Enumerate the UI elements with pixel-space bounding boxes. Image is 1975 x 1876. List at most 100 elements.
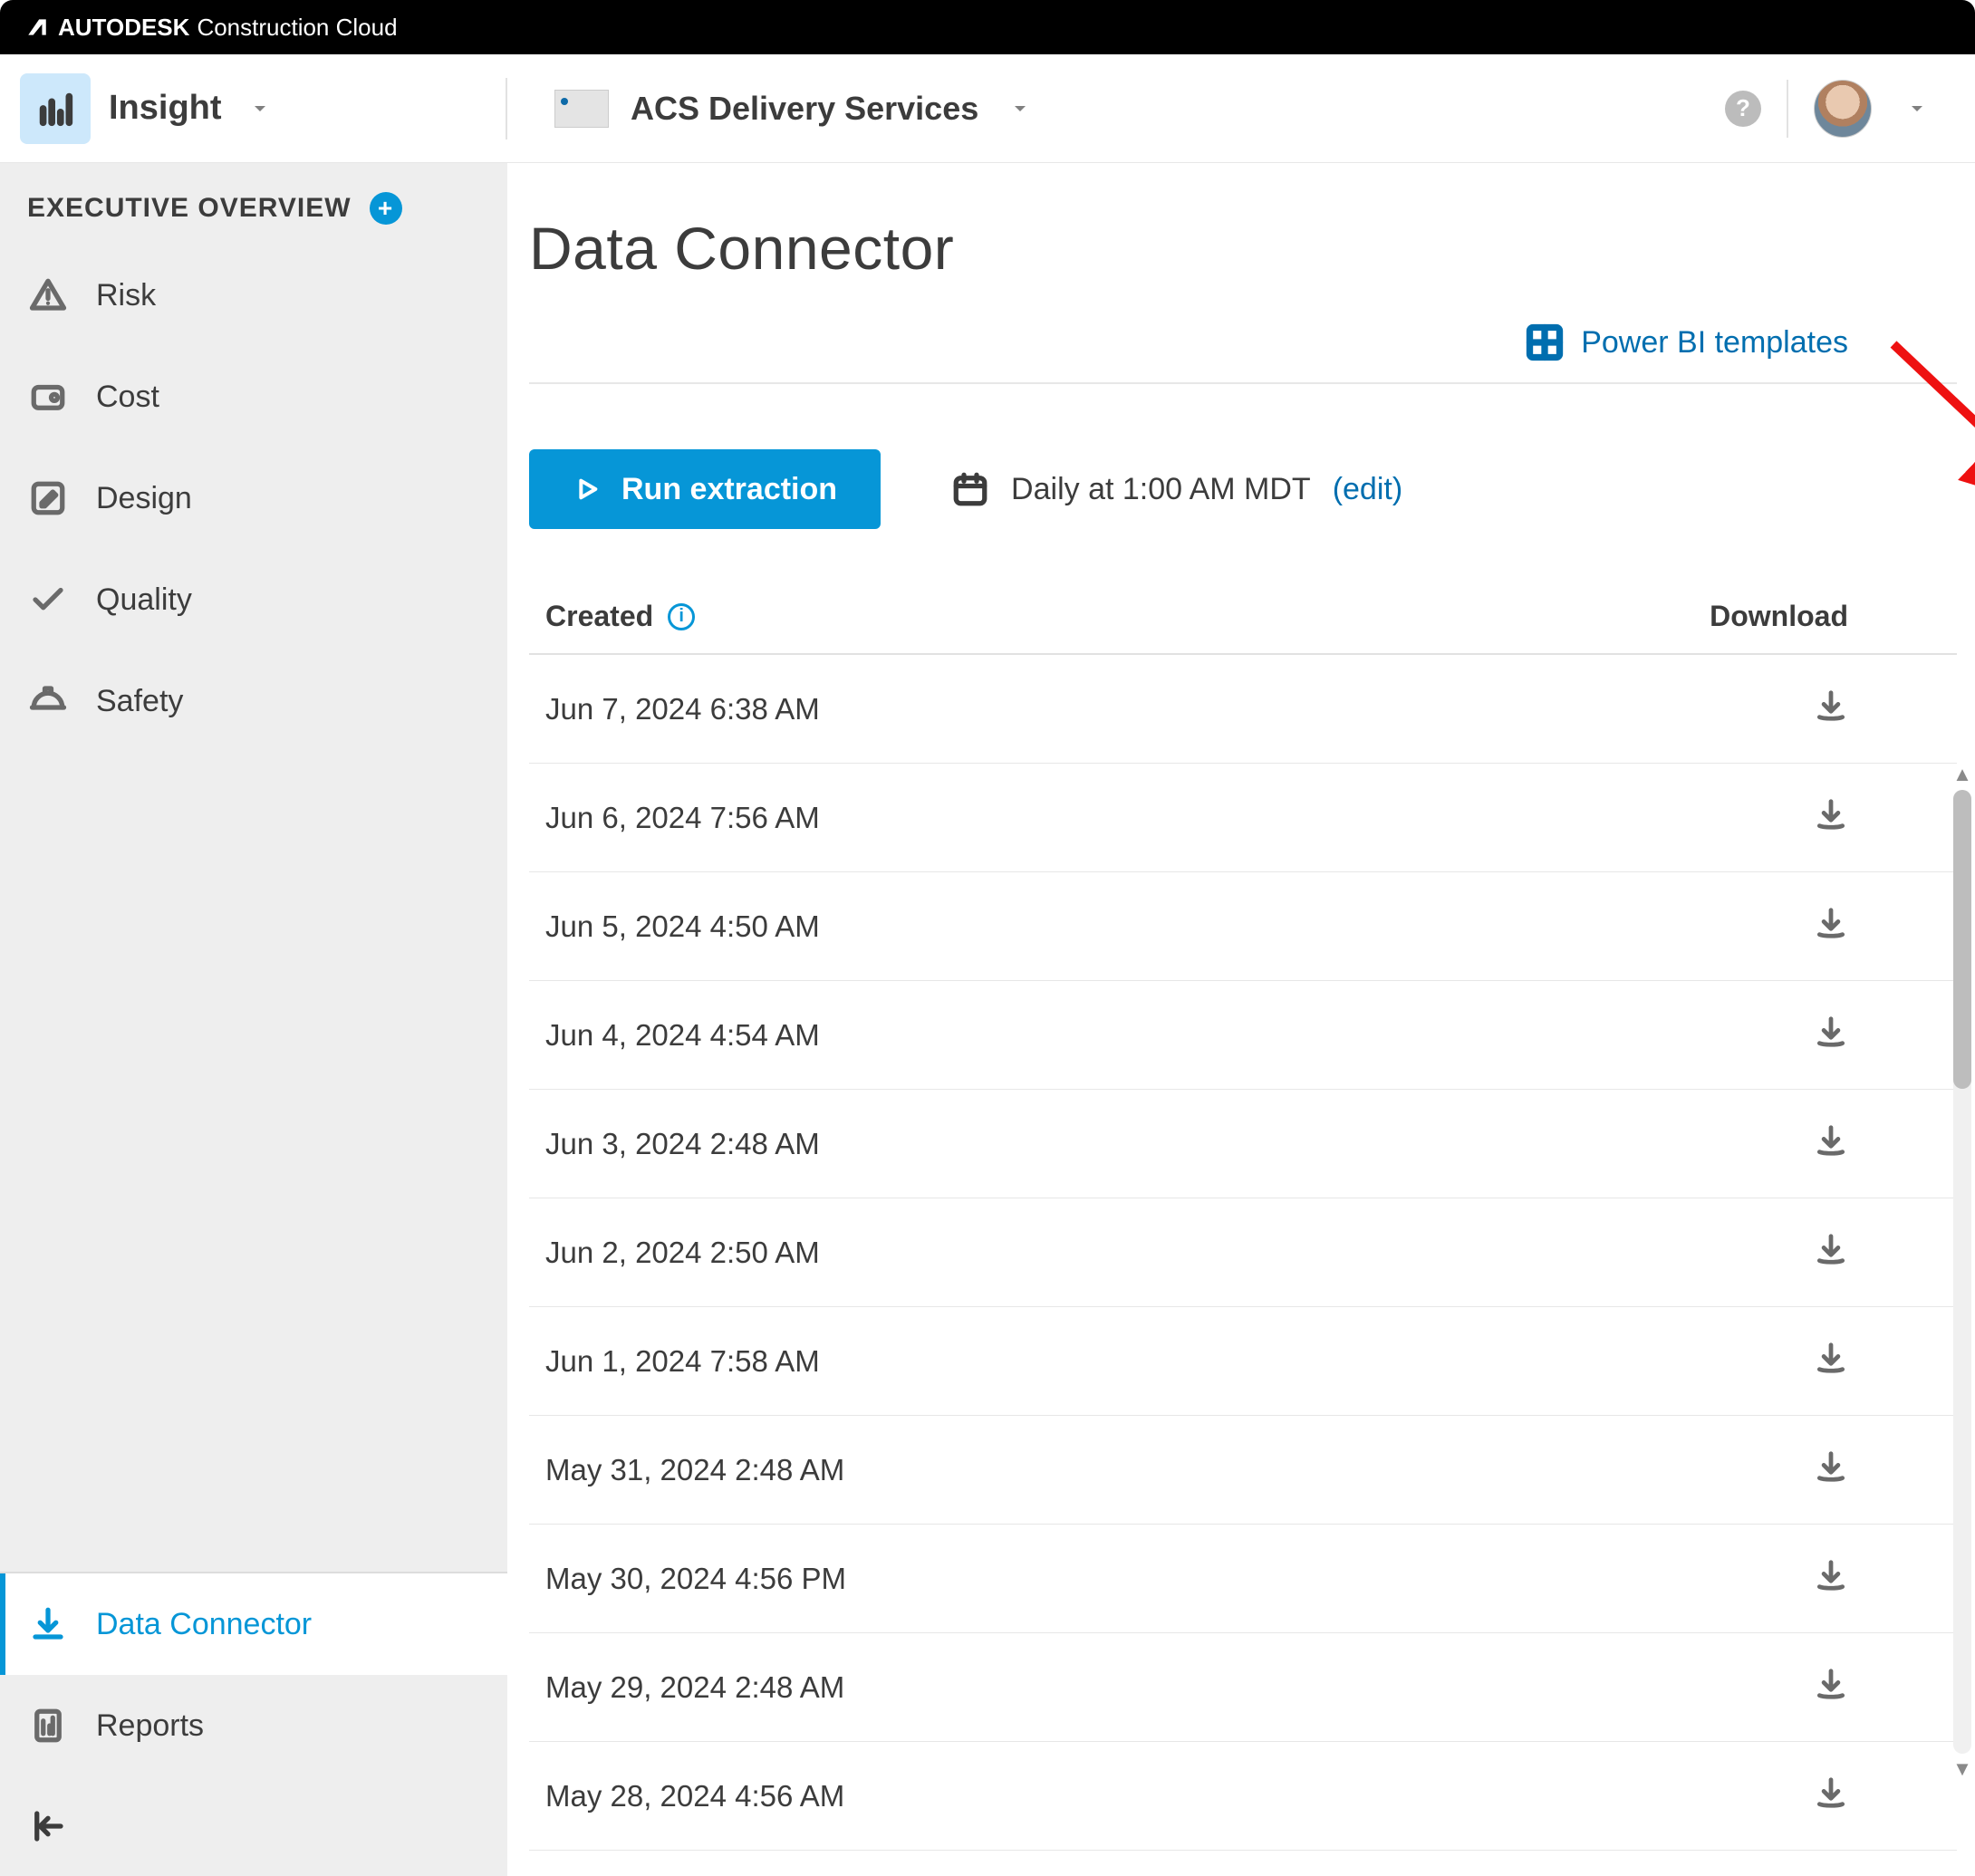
brand-product: Construction Cloud (197, 14, 397, 42)
sidebar-item-label: Risk (96, 278, 156, 313)
col-created: Created (545, 600, 653, 633)
sidebar-item-label: Safety (96, 684, 183, 719)
sidebar-item-cost[interactable]: Cost (0, 346, 507, 447)
download-icon (1814, 1341, 1848, 1375)
module-name: Insight (109, 89, 222, 128)
power-bi-templates-link[interactable]: Power BI templates (1525, 322, 1848, 362)
module-switcher[interactable]: Insight (0, 78, 507, 139)
download-button[interactable] (1814, 1449, 1848, 1491)
download-button[interactable] (1814, 1232, 1848, 1274)
scroll-up-icon[interactable]: ▲ (1952, 765, 1972, 784)
created-cell: Jun 3, 2024 2:48 AM (545, 1127, 820, 1161)
created-cell: Jun 5, 2024 4:50 AM (545, 909, 820, 944)
schedule-display: Daily at 1:00 AM MDT (edit) (951, 470, 1402, 508)
report-icon (29, 1707, 67, 1745)
chevron-down-icon (1009, 98, 1031, 120)
table-row: Jun 5, 2024 4:50 AM (529, 872, 1957, 981)
col-download: Download (1710, 600, 1848, 633)
account-switcher[interactable]: ACS Delivery Services (507, 90, 1031, 128)
app-header: Insight ACS Delivery Services ? (0, 54, 1975, 163)
table-row: Jun 7, 2024 6:38 AM (529, 655, 1957, 764)
sidebar-item-reports[interactable]: Reports (0, 1675, 507, 1776)
edit-schedule-link[interactable]: (edit) (1333, 472, 1402, 507)
divider (1787, 80, 1788, 138)
run-extraction-label: Run extraction (621, 472, 837, 507)
download-button[interactable] (1814, 1775, 1848, 1817)
page-title: Data Connector (529, 214, 1957, 283)
chevron-down-icon (1906, 98, 1928, 120)
sidebar-item-design[interactable]: Design (0, 447, 507, 549)
sidebar-item-label: Cost (96, 380, 159, 415)
download-button[interactable] (1814, 797, 1848, 839)
run-extraction-button[interactable]: Run extraction (529, 449, 881, 529)
download-button[interactable] (1814, 1667, 1848, 1708)
help-icon[interactable]: ? (1725, 91, 1761, 127)
schedule-text: Daily at 1:00 AM MDT (1011, 472, 1311, 507)
download-icon (1814, 1775, 1848, 1810)
warning-triangle-icon (29, 276, 67, 314)
add-dashboard-icon[interactable]: + (370, 192, 402, 225)
download-icon (1814, 1015, 1848, 1049)
download-button[interactable] (1814, 688, 1848, 730)
download-button[interactable] (1814, 1123, 1848, 1165)
check-icon (29, 581, 67, 619)
download-icon (1814, 1449, 1848, 1484)
created-cell: May 28, 2024 4:56 AM (545, 1779, 844, 1813)
sidebar-section-title: EXECUTIVE OVERVIEW + (0, 163, 507, 245)
download-button[interactable] (1814, 1015, 1848, 1056)
scrollbar[interactable]: ▲ ▼ (1951, 765, 1973, 1779)
sidebar-item-label: Quality (96, 582, 192, 618)
table-row: Jun 2, 2024 2:50 AM (529, 1198, 1957, 1307)
download-icon (1814, 797, 1848, 832)
created-cell: Jun 6, 2024 7:56 AM (545, 801, 820, 835)
account-name: ACS Delivery Services (631, 90, 978, 128)
download-icon (29, 1605, 67, 1643)
download-button[interactable] (1814, 906, 1848, 948)
scrollbar-thumb[interactable] (1953, 790, 1971, 1089)
sidebar-item-label: Data Connector (96, 1607, 312, 1642)
avatar[interactable] (1814, 80, 1872, 138)
sidebar-item-data-connector[interactable]: Data Connector (0, 1573, 507, 1675)
calendar-icon (951, 470, 989, 508)
table-row: May 30, 2024 4:56 PM (529, 1525, 1957, 1633)
table-row: May 31, 2024 2:48 AM (529, 1416, 1957, 1525)
sidebar: EXECUTIVE OVERVIEW + Risk Cost Design (0, 163, 507, 1876)
created-cell: Jun 7, 2024 6:38 AM (545, 692, 820, 726)
table-header: Created i Download (529, 600, 1957, 655)
insight-module-icon (20, 73, 91, 144)
download-icon (1814, 1558, 1848, 1592)
download-icon (1814, 1232, 1848, 1266)
chevron-down-icon (249, 98, 271, 120)
main-content: Data Connector Power BI templates Run ex… (507, 163, 1975, 1876)
table-row: Jun 1, 2024 7:58 AM (529, 1307, 1957, 1416)
download-button[interactable] (1814, 1341, 1848, 1382)
info-icon[interactable]: i (668, 603, 695, 630)
download-button[interactable] (1814, 1558, 1848, 1600)
table-row: Jun 6, 2024 7:56 AM (529, 764, 1957, 872)
sidebar-item-quality[interactable]: Quality (0, 549, 507, 650)
created-cell: May 29, 2024 2:48 AM (545, 1670, 844, 1705)
created-cell: Jun 4, 2024 4:54 AM (545, 1018, 820, 1053)
table-row: May 28, 2024 4:56 AM (529, 1742, 1957, 1851)
sidebar-item-safety[interactable]: Safety (0, 650, 507, 752)
autodesk-logo-icon (25, 15, 49, 39)
created-cell: May 30, 2024 4:56 PM (545, 1562, 846, 1596)
sidebar-item-label: Reports (96, 1708, 204, 1744)
scrollbar-track[interactable] (1953, 790, 1971, 1754)
download-icon (1814, 1667, 1848, 1701)
created-cell: Jun 2, 2024 2:50 AM (545, 1236, 820, 1270)
account-logo-icon (554, 90, 609, 128)
pencil-square-icon (29, 479, 67, 517)
wallet-icon (29, 378, 67, 416)
collapse-sidebar-button[interactable] (0, 1776, 507, 1876)
brand-bar: AUTODESK Construction Cloud (0, 0, 1975, 54)
sidebar-item-risk[interactable]: Risk (0, 245, 507, 346)
sidebar-section-label: EXECUTIVE OVERVIEW (27, 193, 352, 224)
collapse-icon (29, 1807, 67, 1845)
grid-icon (1525, 322, 1565, 362)
download-icon (1814, 906, 1848, 940)
scroll-down-icon[interactable]: ▼ (1952, 1759, 1972, 1779)
brand-vendor: AUTODESK (58, 14, 189, 42)
created-cell: Jun 1, 2024 7:58 AM (545, 1344, 820, 1379)
table-row: May 29, 2024 2:48 AM (529, 1633, 1957, 1742)
